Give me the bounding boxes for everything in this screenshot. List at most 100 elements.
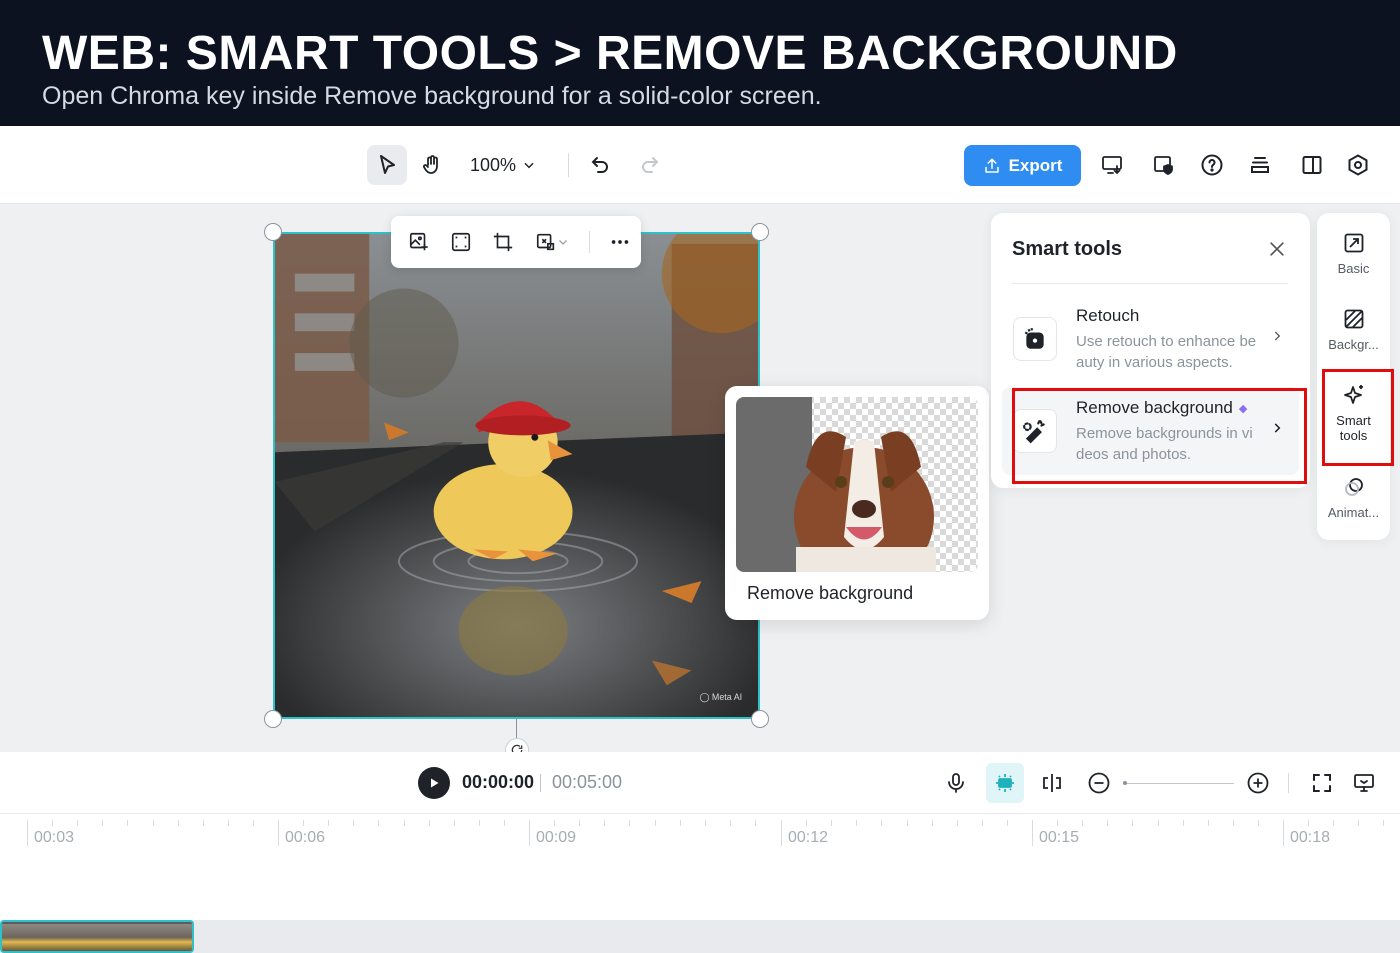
canvas-photo[interactable]: ◯ Meta AI (273, 232, 760, 719)
close-panel-button[interactable] (1265, 237, 1289, 261)
tick-minor (1333, 820, 1334, 826)
tick-minor (228, 820, 229, 826)
help-icon (1201, 154, 1223, 176)
preview-label: Remove background (747, 583, 914, 603)
zoom-out-button[interactable] (1083, 767, 1115, 799)
rail-item-basic[interactable]: Basic (1317, 231, 1390, 276)
tick-minor (1007, 820, 1008, 826)
fit-timeline-button[interactable] (1306, 767, 1338, 799)
tick-minor (328, 820, 329, 826)
highlight-smart-tools (1322, 369, 1394, 466)
panel-layout-button[interactable] (1292, 145, 1332, 185)
tick-minor (253, 820, 254, 826)
select-tool-button[interactable] (367, 145, 407, 185)
tick-minor (504, 820, 505, 826)
auto-snap-button[interactable] (986, 763, 1024, 803)
undo-button[interactable] (580, 145, 620, 185)
tick-minor (454, 820, 455, 826)
zoom-in-button[interactable] (1242, 767, 1274, 799)
download-to-device-button[interactable] (1092, 145, 1132, 185)
tick-minor (203, 820, 204, 826)
timeline-ruler[interactable] (0, 814, 1400, 920)
tick-minor (353, 820, 354, 826)
clip-frame-thumbnail (170, 924, 192, 951)
timeline-zoom-slider[interactable] (1124, 783, 1234, 784)
tick-minor (982, 820, 983, 826)
tutorial-banner: WEB: SMART TOOLS > REMOVE BACKGROUND Ope… (0, 0, 1400, 126)
focus-frame-button[interactable] (445, 226, 477, 258)
total-time: 00:05:00 (552, 772, 623, 792)
more-icon (611, 240, 629, 244)
current-time: 00:00:00 (462, 772, 535, 792)
tick-minor (1233, 820, 1234, 826)
video-track (0, 920, 1400, 953)
panel-title: Smart tools (1012, 238, 1123, 260)
clip-frame-thumbnail (122, 924, 146, 951)
export-label: Export (1008, 155, 1063, 175)
tick-minor (1082, 820, 1083, 826)
rail-item-background[interactable]: Backgr... (1317, 307, 1390, 352)
remove-background-preview-card: Remove background (725, 386, 989, 620)
shield-button[interactable] (1144, 145, 1184, 185)
zoom-in-icon (1247, 772, 1269, 794)
tick-minor (404, 820, 405, 826)
tick-minor (153, 820, 154, 826)
preview-monitor-button[interactable] (1348, 767, 1380, 799)
rail-item-animation[interactable]: Animat... (1317, 475, 1390, 520)
clip-frame-thumbnail (26, 924, 50, 951)
play-button[interactable] (418, 767, 450, 799)
play-icon (431, 778, 439, 788)
help-button[interactable] (1192, 145, 1232, 185)
layers-icon (1251, 157, 1269, 173)
tick-major (781, 820, 782, 846)
replace-image-button[interactable] (529, 226, 575, 258)
chevron-right-icon (1270, 327, 1284, 348)
rail-label: Basic (1337, 261, 1370, 276)
tick-minor (554, 820, 555, 826)
fullscreen-icon (1313, 774, 1331, 792)
settings-button[interactable] (1338, 145, 1378, 185)
tick-label: 00:09 (536, 829, 577, 846)
tool-title: Retouch (1076, 306, 1140, 325)
add-image-button[interactable] (403, 226, 435, 258)
redo-button[interactable] (630, 145, 670, 185)
microphone-icon (948, 773, 964, 793)
resize-handle-top-right[interactable] (751, 223, 769, 241)
video-clip[interactable] (0, 920, 194, 953)
more-options-button[interactable] (604, 226, 636, 258)
zoom-dropdown[interactable]: 100% (470, 145, 536, 185)
tick-label: 00:03 (34, 829, 75, 846)
tick-major (1283, 820, 1284, 846)
tick-minor (579, 820, 580, 826)
tick-minor (1132, 820, 1133, 826)
monitor-icon (1354, 774, 1374, 792)
tick-minor (680, 820, 681, 826)
tool-item-retouch[interactable]: Retouch Use retouch to enhance be auty i… (1002, 295, 1299, 383)
image-floating-toolbar (391, 216, 641, 268)
tick-major (278, 820, 279, 846)
tick-minor (755, 820, 756, 826)
focus-frame-icon (451, 232, 471, 252)
tick-label: 00:06 (285, 829, 326, 846)
crop-button[interactable] (487, 226, 519, 258)
split-button[interactable] (1036, 767, 1068, 799)
tick-minor (1057, 820, 1058, 826)
background-hatch-icon (1344, 309, 1363, 329)
tick-major (27, 820, 28, 846)
tick-minor (77, 820, 78, 826)
tick-minor (1308, 820, 1309, 826)
tick-minor (479, 820, 480, 826)
layers-button[interactable] (1240, 145, 1280, 185)
undo-icon (591, 157, 608, 173)
tick-label: 00:12 (788, 829, 829, 846)
magnet-snap-icon (996, 774, 1014, 792)
resize-handle-bottom-right[interactable] (751, 710, 769, 728)
split-icon (1043, 774, 1061, 792)
hand-tool-button[interactable] (412, 145, 452, 185)
zoom-slider-knob[interactable] (1123, 781, 1127, 785)
resize-handle-top-left[interactable] (264, 223, 282, 241)
export-button[interactable]: Export (964, 145, 1081, 186)
tick-minor (378, 820, 379, 826)
resize-handle-bottom-left[interactable] (264, 710, 282, 728)
voiceover-button[interactable] (940, 767, 972, 799)
